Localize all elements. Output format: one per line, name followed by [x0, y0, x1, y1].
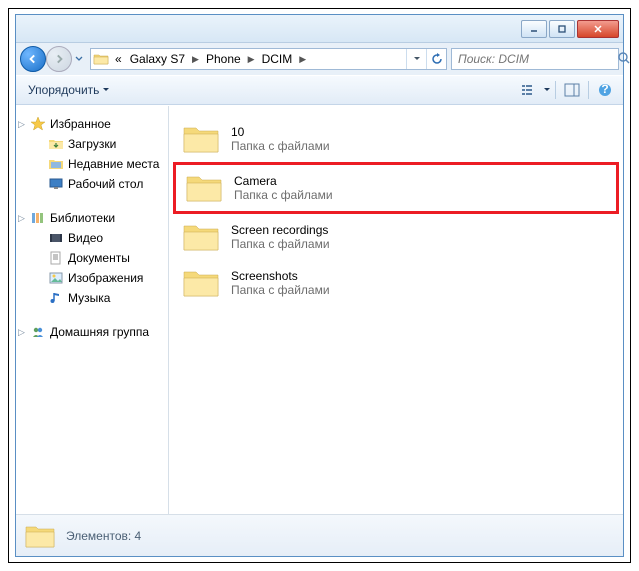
close-button[interactable]	[577, 20, 619, 38]
sidebar-item-music[interactable]: Музыка	[16, 288, 168, 308]
sidebar-homegroup-label: Домашняя группа	[50, 325, 149, 339]
folder-icon	[184, 171, 224, 205]
folder-type: Папка с файлами	[231, 139, 330, 153]
breadcrumb-dcim[interactable]: DCIM	[258, 49, 297, 69]
sidebar-item-label: Рабочий стол	[68, 177, 143, 191]
music-icon	[48, 290, 64, 306]
sidebar-libraries-label: Библиотеки	[50, 211, 115, 225]
sidebar-homegroup-header[interactable]: ▷ Домашняя группа	[16, 322, 168, 342]
folder-type: Папка с файлами	[234, 188, 333, 202]
address-dropdown-button[interactable]	[406, 49, 426, 69]
sidebar-item-desktop[interactable]: Рабочий стол	[16, 174, 168, 194]
sidebar-item-pictures[interactable]: Изображения	[16, 268, 168, 288]
folder-item[interactable]: Screen recordingsПапка с файлами	[173, 214, 619, 260]
folder-name: Screenshots	[231, 269, 330, 283]
sidebar-item-label: Документы	[68, 251, 130, 265]
folder-item[interactable]: CameraПапка с файлами	[173, 162, 619, 214]
document-icon	[48, 250, 64, 266]
homegroup-icon	[30, 324, 46, 340]
desktop-icon	[48, 176, 64, 192]
sidebar-item-label: Видео	[68, 231, 103, 245]
sidebar-item-documents[interactable]: Документы	[16, 248, 168, 268]
address-bar[interactable]: « Galaxy S7 ▶ Phone ▶ DCIM ▶	[90, 48, 447, 70]
minimize-button[interactable]	[521, 20, 547, 38]
libraries-icon	[30, 210, 46, 226]
folder-type: Папка с файлами	[231, 283, 330, 297]
svg-text:?: ?	[601, 83, 608, 96]
view-options-button[interactable]	[517, 79, 541, 101]
help-button[interactable]: ?	[593, 79, 617, 101]
sidebar-item-videos[interactable]: Видео	[16, 228, 168, 248]
sidebar-favorites-label: Избранное	[50, 117, 111, 131]
forward-button[interactable]	[46, 46, 72, 72]
image-icon	[48, 270, 64, 286]
toolbar: Упорядочить ?	[16, 75, 623, 105]
sidebar-item-downloads[interactable]: Загрузки	[16, 134, 168, 154]
items-view[interactable]: 10Папка с файламиCameraПапка с файламиSc…	[169, 106, 623, 514]
folder-icon	[181, 266, 221, 300]
back-button[interactable]	[20, 46, 46, 72]
folder-icon	[48, 136, 64, 152]
details-pane: Элементов: 4	[16, 514, 623, 556]
collapse-icon: ▷	[18, 327, 25, 338]
preview-pane-button[interactable]	[560, 79, 584, 101]
video-icon	[48, 230, 64, 246]
status-text: Элементов: 4	[66, 529, 141, 543]
sidebar-item-label: Загрузки	[68, 137, 116, 151]
chevron-down-icon[interactable]	[543, 87, 551, 93]
recent-icon	[48, 156, 64, 172]
folder-icon	[24, 522, 56, 550]
folder-item[interactable]: 10Папка с файлами	[173, 116, 619, 162]
organize-menu[interactable]: Упорядочить	[22, 80, 116, 100]
collapse-icon: ▷	[18, 119, 25, 130]
sidebar-libraries-header[interactable]: ▷ Библиотеки	[16, 208, 168, 228]
search-box[interactable]	[451, 48, 619, 70]
sidebar-item-label: Недавние места	[68, 157, 159, 171]
folder-icon	[181, 122, 221, 156]
organize-label: Упорядочить	[28, 83, 99, 97]
folder-name: 10	[231, 125, 330, 139]
folder-icon	[181, 220, 221, 254]
star-icon	[30, 116, 46, 132]
chevron-right-icon[interactable]: ▶	[296, 54, 309, 65]
navigation-pane: ▷ Избранное Загрузки Недавние места Ра	[16, 106, 169, 514]
refresh-button[interactable]	[426, 49, 446, 69]
explorer-window: « Galaxy S7 ▶ Phone ▶ DCIM ▶	[15, 14, 624, 557]
folder-icon	[91, 52, 111, 66]
folder-type: Папка с файлами	[231, 237, 330, 251]
search-icon	[617, 51, 631, 68]
sidebar-item-label: Музыка	[68, 291, 110, 305]
search-input[interactable]	[456, 51, 617, 67]
nav-history-dropdown[interactable]	[72, 49, 86, 69]
maximize-button[interactable]	[549, 20, 575, 38]
collapse-icon: ▷	[18, 213, 25, 224]
chevron-right-icon[interactable]: ▶	[245, 54, 258, 65]
nav-row: « Galaxy S7 ▶ Phone ▶ DCIM ▶	[16, 43, 623, 75]
separator	[588, 81, 589, 99]
breadcrumb-galaxy-s7[interactable]: Galaxy S7	[126, 49, 189, 69]
breadcrumb-phone[interactable]: Phone	[202, 49, 245, 69]
sidebar-item-recent[interactable]: Недавние места	[16, 154, 168, 174]
separator	[555, 81, 556, 99]
chevron-right-icon[interactable]: ▶	[189, 54, 202, 65]
folder-name: Screen recordings	[231, 223, 330, 237]
folder-name: Camera	[234, 174, 333, 188]
sidebar-item-label: Изображения	[68, 271, 143, 285]
titlebar	[16, 15, 623, 43]
sidebar-favorites-header[interactable]: ▷ Избранное	[16, 114, 168, 134]
folder-item[interactable]: ScreenshotsПапка с файлами	[173, 260, 619, 306]
breadcrumb-overflow[interactable]: «	[111, 49, 126, 69]
